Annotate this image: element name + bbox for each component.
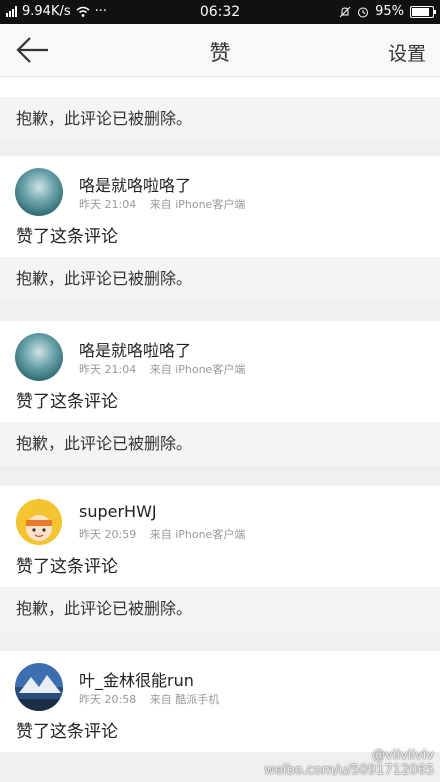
like-card[interactable]: superHWJ 昨天 20:59 来自 iPhone客户端 赞了这条评论 抱歉… [0,486,440,631]
post-source: 来自 iPhone客户端 [149,198,246,211]
deleted-comment-quote[interactable]: 抱歉，此评论已被删除。 [0,587,440,631]
status-bar: 9.94K/s ··· 06:32 95% [0,0,440,24]
avatar[interactable] [15,333,63,381]
username[interactable]: superHWJ [79,502,157,521]
partial-card-top [0,77,440,97]
post-meta: 昨天 21:04 来自 iPhone客户端 [79,361,255,377]
watermark-url: weibo.com/u/5091712065 [264,763,434,778]
like-card[interactable]: 咯是就咯啦咯了 昨天 21:04 来自 iPhone客户端 赞了这条评论 抱歉，… [0,156,440,301]
avatar[interactable] [15,498,63,546]
settings-button[interactable]: 设置 [388,39,426,66]
post-source: 来自 iPhone客户端 [149,528,246,541]
post-time: 昨天 21:04 [79,198,137,211]
watermark-handle: @viiviiviv [372,748,434,763]
username[interactable]: 叶_金林很能run [79,667,194,691]
username[interactable]: 咯是就咯啦咯了 [79,172,191,196]
post-source: 来自 酷派手机 [149,693,220,706]
avatar[interactable] [15,168,63,216]
post-time: 昨天 20:58 [79,693,137,706]
page-title: 赞 [209,41,231,65]
like-text: 赞了这条评论 [16,227,118,247]
like-feed: 抱歉，此评论已被删除。 咯是就咯啦咯了 昨天 21:04 来自 iPhone客户… [0,77,440,752]
deleted-comment-quote[interactable]: 抱歉，此评论已被删除。 [0,422,440,466]
like-text: 赞了这条评论 [16,722,118,742]
post-meta: 昨天 21:04 来自 iPhone客户端 [79,196,255,212]
battery-percent: 95% [375,4,404,19]
battery-icon [410,5,436,18]
post-time: 昨天 21:04 [79,363,137,376]
post-meta: 昨天 20:58 来自 酷派手机 [79,691,229,707]
nav-bar: 赞 设置 [0,24,440,77]
like-text: 赞了这条评论 [16,557,118,577]
deleted-comment-quote[interactable]: 抱歉，此评论已被删除。 [0,97,440,141]
post-time: 昨天 20:59 [79,528,137,541]
weibo-watermark: @viiviiviv weibo.com/u/5091712065 [264,748,434,778]
post-meta: 昨天 20:59 来自 iPhone客户端 [79,526,255,542]
post-source: 来自 iPhone客户端 [149,363,246,376]
alarm-icon [358,7,369,17]
deleted-comment-quote[interactable]: 抱歉，此评论已被删除。 [0,257,440,301]
avatar[interactable] [15,663,63,711]
mute-icon [339,6,351,17]
username[interactable]: 咯是就咯啦咯了 [79,337,191,361]
like-text: 赞了这条评论 [16,392,118,412]
like-card[interactable]: 叶_金林很能run 昨天 20:58 来自 酷派手机 赞了这条评论 [0,651,440,752]
like-card[interactable]: 咯是就咯啦咯了 昨天 21:04 来自 iPhone客户端 赞了这条评论 抱歉，… [0,321,440,466]
